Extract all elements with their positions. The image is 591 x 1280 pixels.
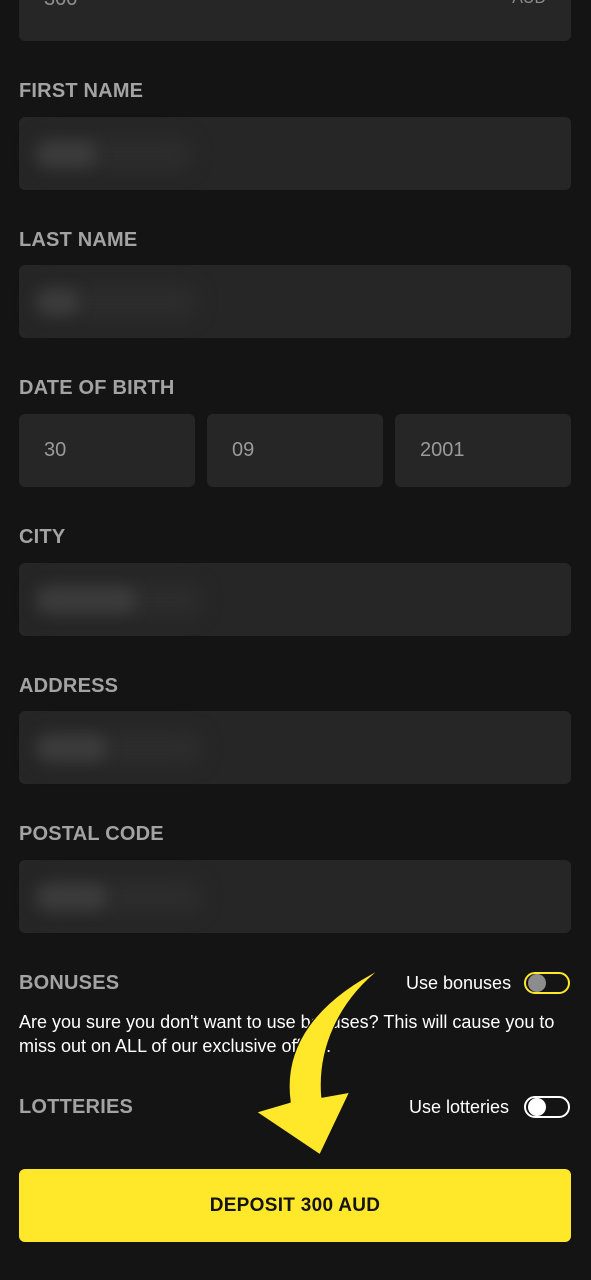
redacted-value xyxy=(37,884,107,910)
dob-month-value: 09 xyxy=(232,439,255,461)
use-bonuses-label: Use bonuses xyxy=(406,973,512,993)
first-name-label: FIRST NAME xyxy=(19,80,144,102)
city-label: CITY xyxy=(19,526,66,548)
amount-value: 300 xyxy=(44,0,77,11)
deposit-button[interactable]: DEPOSIT 300 AUD xyxy=(19,1169,571,1242)
deposit-form-page: 300 AUD FIRST NAME LAST NAME DATE OF BIR… xyxy=(0,0,591,1280)
bonuses-label: BONUSES xyxy=(19,972,120,994)
lotteries-label: LOTTERIES xyxy=(19,1096,134,1118)
postal-code-field[interactable] xyxy=(19,860,571,933)
dob-label: DATE OF BIRTH xyxy=(19,377,175,399)
use-bonuses-toggle[interactable] xyxy=(524,972,570,994)
dob-day-field[interactable]: 30 xyxy=(19,414,195,487)
dob-year-field[interactable]: 2001 xyxy=(395,414,571,487)
redacted-value xyxy=(37,735,107,761)
redacted-value xyxy=(37,141,97,167)
last-name-label: LAST NAME xyxy=(19,229,138,251)
postal-code-label: POSTAL CODE xyxy=(19,823,164,845)
use-lotteries-label: Use lotteries xyxy=(409,1097,510,1117)
bonuses-warning-text: Are you sure you don't want to use bonus… xyxy=(19,1012,555,1056)
first-name-field[interactable] xyxy=(19,117,571,190)
redacted-value xyxy=(37,587,137,613)
address-field[interactable] xyxy=(19,711,571,784)
dob-day-value: 30 xyxy=(44,439,67,461)
last-name-field[interactable] xyxy=(19,265,571,338)
curved-arrow-icon xyxy=(255,967,383,1156)
use-lotteries-toggle[interactable] xyxy=(524,1096,570,1118)
dob-month-field[interactable]: 09 xyxy=(207,414,383,487)
dob-year-value: 2001 xyxy=(420,439,465,461)
amount-field[interactable]: 300 AUD xyxy=(19,0,571,41)
redacted-value xyxy=(37,289,79,315)
address-label: ADDRESS xyxy=(19,675,119,697)
toggle-knob xyxy=(528,974,546,992)
city-field[interactable] xyxy=(19,563,571,636)
toggle-knob xyxy=(528,1098,546,1116)
amount-currency: AUD xyxy=(512,0,546,8)
